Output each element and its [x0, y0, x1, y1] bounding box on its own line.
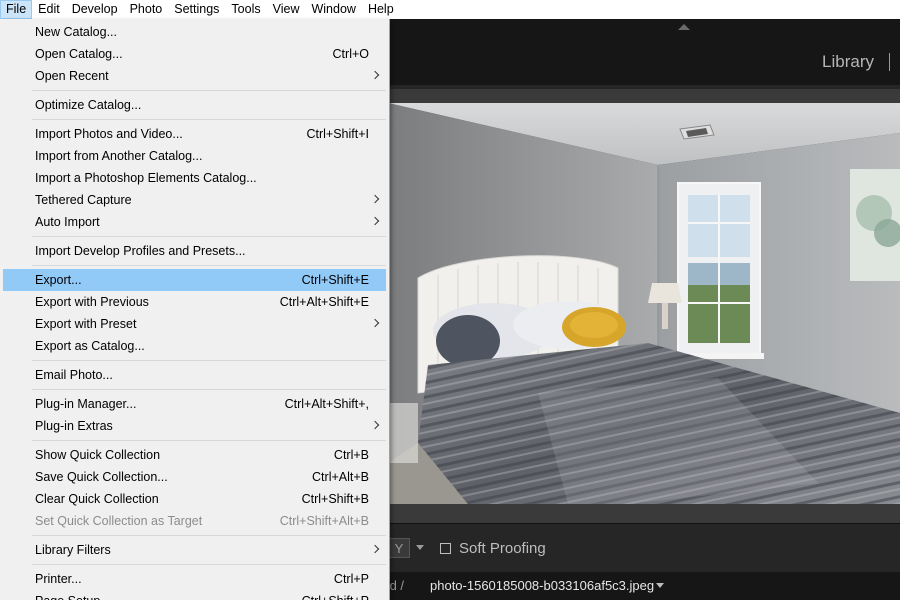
menu-item-shortcut: Ctrl+Shift+Alt+B [279, 514, 369, 528]
menu-item-import-photos[interactable]: Import Photos and Video... Ctrl+Shift+I [3, 123, 386, 145]
menu-item-label: Printer... [35, 572, 82, 586]
filename-label[interactable]: photo-1560185008-b033106af5c3.jpeg [430, 578, 654, 593]
filename-dropdown-icon[interactable] [656, 583, 664, 588]
menu-item-import-another-catalog[interactable]: Import from Another Catalog... [3, 145, 386, 167]
menu-item-set-quick-collection-target: Set Quick Collection as Target Ctrl+Shift… [3, 510, 386, 532]
menu-develop[interactable]: Develop [66, 0, 124, 19]
before-after-dropdown-icon[interactable] [416, 545, 424, 550]
menu-item-shortcut: Ctrl+B [333, 448, 369, 462]
menu-item-printer[interactable]: Printer... Ctrl+P [3, 568, 386, 590]
menu-separator [32, 90, 386, 91]
menu-item-label: Set Quick Collection as Target [35, 514, 203, 528]
menu-item-clear-quick-collection[interactable]: Clear Quick Collection Ctrl+Shift+B [3, 488, 386, 510]
menu-item-label: Plug-in Extras [35, 419, 113, 433]
menu-separator [32, 119, 386, 120]
menu-separator [32, 360, 386, 361]
menu-item-optimize-catalog[interactable]: Optimize Catalog... [3, 94, 386, 116]
menu-item-tethered-capture[interactable]: Tethered Capture [3, 189, 386, 211]
menu-item-shortcut: Ctrl+Shift+B [301, 492, 369, 506]
menu-item-label: Page Setup... [35, 590, 111, 600]
submenu-arrow-icon [370, 544, 380, 554]
menu-separator [32, 389, 386, 390]
menu-tools[interactable]: Tools [225, 0, 266, 19]
menu-item-shortcut: Ctrl+P [333, 572, 369, 586]
menu-item-page-setup[interactable]: Page Setup... Ctrl+Shift+P [3, 590, 386, 600]
menu-item-label: Export... [35, 273, 82, 287]
menu-item-label: Clear Quick Collection [35, 492, 159, 506]
menu-item-label: Import Develop Profiles and Presets... [35, 244, 246, 258]
menu-item-shortcut: Ctrl+Alt+Shift+, [284, 397, 369, 411]
menu-file[interactable]: File [0, 0, 33, 19]
menu-item-export-with-preset[interactable]: Export with Preset [3, 313, 386, 335]
menu-item-label: Library Filters [35, 543, 111, 557]
menu-item-label: Email Photo... [35, 368, 113, 382]
menu-item-shortcut: Ctrl+O [332, 47, 369, 61]
menu-separator [32, 236, 386, 237]
menu-item-label: Plug-in Manager... [35, 397, 137, 411]
menu-photo[interactable]: Photo [124, 0, 169, 19]
file-menu-dropdown: New Catalog... Open Catalog... Ctrl+O Ope… [0, 19, 390, 600]
menu-item-show-quick-collection[interactable]: Show Quick Collection Ctrl+B [3, 444, 386, 466]
menu-settings[interactable]: Settings [168, 0, 225, 19]
menu-item-new-catalog[interactable]: New Catalog... [3, 21, 386, 43]
menu-window[interactable]: Window [305, 0, 361, 19]
menu-item-email-photo[interactable]: Email Photo... [3, 364, 386, 386]
soft-proofing-label: Soft Proofing [459, 540, 546, 557]
menu-item-plugin-manager[interactable]: Plug-in Manager... Ctrl+Alt+Shift+, [3, 393, 386, 415]
menu-item-open-catalog[interactable]: Open Catalog... Ctrl+O [3, 43, 386, 65]
submenu-arrow-icon [370, 194, 380, 204]
menu-view[interactable]: View [267, 0, 306, 19]
menu-item-shortcut: Ctrl+Shift+P [302, 590, 369, 600]
menu-item-label: Export as Catalog... [35, 339, 145, 353]
menu-separator [32, 265, 386, 266]
menu-item-shortcut: Ctrl+Shift+E [301, 273, 369, 287]
menu-item-label: Import Photos and Video... [35, 127, 183, 141]
menu-item-export-as-catalog[interactable]: Export as Catalog... [3, 335, 386, 357]
menu-separator [32, 440, 386, 441]
menu-item-label: Open Catalog... [35, 47, 123, 61]
menu-item-shortcut: Ctrl+Shift+I [306, 127, 369, 141]
menu-item-label: Import from Another Catalog... [35, 149, 203, 163]
submenu-arrow-icon [370, 70, 380, 80]
menu-item-export-with-previous[interactable]: Export with Previous Ctrl+Alt+Shift+E [3, 291, 386, 313]
menu-item-label: Export with Preset [35, 317, 137, 331]
menu-bar: File Edit Develop Photo Settings Tools V… [0, 0, 900, 19]
menu-item-label: Tethered Capture [35, 193, 132, 207]
photo-preview[interactable] [388, 103, 900, 504]
menu-item-shortcut: Ctrl+Alt+Shift+E [279, 295, 369, 309]
module-library[interactable]: Library [822, 52, 874, 72]
menu-item-plugin-extras[interactable]: Plug-in Extras [3, 415, 386, 437]
menu-item-label: New Catalog... [35, 25, 117, 39]
before-after-button[interactable]: Y [388, 538, 410, 558]
menu-item-label: Export with Previous [35, 295, 149, 309]
submenu-arrow-icon [370, 318, 380, 328]
module-separator [889, 53, 890, 71]
menu-item-label: Optimize Catalog... [35, 98, 142, 112]
collapse-top-panel-icon[interactable] [678, 24, 690, 30]
menu-item-label: Save Quick Collection... [35, 470, 168, 484]
menu-item-import-elements-catalog[interactable]: Import a Photoshop Elements Catalog... [3, 167, 386, 189]
menu-item-import-develop-profiles[interactable]: Import Develop Profiles and Presets... [3, 240, 386, 262]
menu-item-export[interactable]: Export... Ctrl+Shift+E [3, 269, 386, 291]
menu-item-shortcut: Ctrl+Alt+B [312, 470, 369, 484]
soft-proofing-checkbox[interactable] [440, 543, 451, 554]
menu-item-open-recent[interactable]: Open Recent [3, 65, 386, 87]
menu-item-label: Auto Import [35, 215, 100, 229]
menu-item-library-filters[interactable]: Library Filters [3, 539, 386, 561]
menu-separator [32, 535, 386, 536]
submenu-arrow-icon [370, 420, 380, 430]
bedroom-photo [388, 103, 900, 504]
menu-item-auto-import[interactable]: Auto Import [3, 211, 386, 233]
menu-item-save-quick-collection[interactable]: Save Quick Collection... Ctrl+Alt+B [3, 466, 386, 488]
menu-item-label: Import a Photoshop Elements Catalog... [35, 171, 257, 185]
menu-help[interactable]: Help [362, 0, 400, 19]
menu-edit[interactable]: Edit [32, 0, 66, 19]
menu-item-label: Show Quick Collection [35, 448, 161, 462]
menu-separator [32, 564, 386, 565]
menu-item-label: Open Recent [35, 69, 109, 83]
submenu-arrow-icon [370, 216, 380, 226]
